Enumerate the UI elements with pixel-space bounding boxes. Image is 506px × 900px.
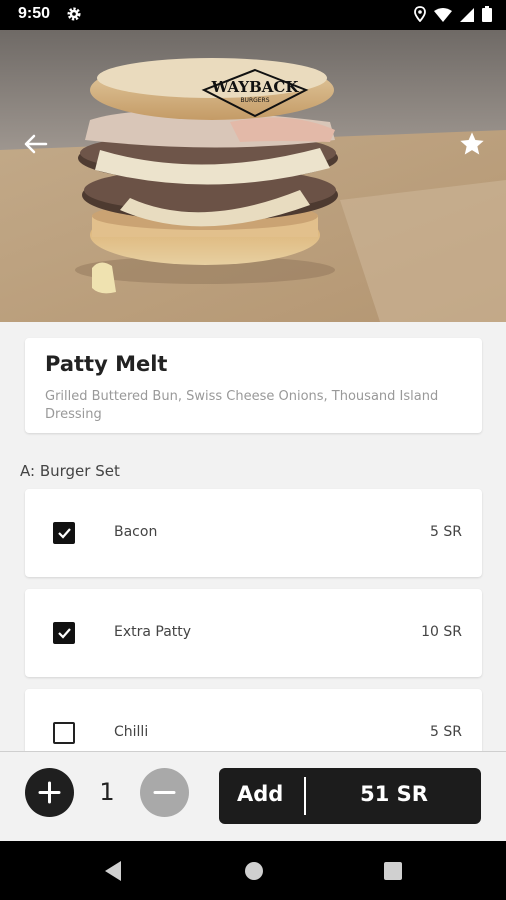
nav-recents-icon[interactable] xyxy=(383,860,403,886)
status-bar: 9:50 xyxy=(0,0,506,30)
order-total: 51 SR xyxy=(360,782,428,806)
back-button[interactable] xyxy=(22,132,50,156)
product-title: Patty Melt xyxy=(45,352,168,376)
option-name: Bacon xyxy=(114,524,158,540)
add-button-divider xyxy=(304,777,306,815)
option-checkbox[interactable] xyxy=(53,722,75,744)
option-price: 5 SR xyxy=(430,724,462,740)
minus-icon xyxy=(153,791,176,794)
favorite-button[interactable] xyxy=(458,130,486,158)
product-description: Grilled Buttered Bun, Swiss Cheese Onion… xyxy=(45,389,439,422)
option-checkbox[interactable] xyxy=(53,622,75,644)
location-icon xyxy=(414,6,426,26)
status-icons xyxy=(414,6,492,26)
decrease-quantity-button[interactable] xyxy=(140,768,189,817)
settings-gear-icon xyxy=(66,6,82,26)
checkmark-icon xyxy=(58,528,71,539)
checkmark-icon xyxy=(58,628,71,639)
option-price: 10 SR xyxy=(421,624,462,640)
logo-text: WAYBACK xyxy=(211,78,300,96)
star-icon xyxy=(458,130,486,158)
option-checkbox[interactable] xyxy=(53,522,75,544)
option-item-extra-patty[interactable]: Extra Patty 10 SR xyxy=(25,589,482,677)
order-bar: 1 Add 51 SR xyxy=(0,751,506,842)
battery-icon xyxy=(482,6,492,26)
quantity-value: 1 xyxy=(99,778,115,806)
add-to-cart-button[interactable]: Add 51 SR xyxy=(219,768,481,824)
product-hero-image: WAYBACK BURGERS xyxy=(0,30,506,322)
option-name: Chilli xyxy=(114,724,149,740)
system-navigation-bar xyxy=(0,841,506,900)
arrow-left-icon xyxy=(22,132,50,156)
logo-subtext: BURGERS xyxy=(240,97,269,104)
status-time: 9:50 xyxy=(18,5,51,22)
cell-signal-icon xyxy=(460,7,474,26)
plus-icon xyxy=(38,781,61,804)
option-group-title: A: Burger Set xyxy=(20,462,120,480)
product-info-card: Patty Melt Grilled Buttered Bun, Swiss C… xyxy=(25,338,482,433)
add-button-label: Add xyxy=(237,782,284,806)
nav-back-icon[interactable] xyxy=(103,860,123,886)
option-item-bacon[interactable]: Bacon 5 SR xyxy=(25,489,482,577)
option-name: Extra Patty xyxy=(114,624,192,640)
increase-quantity-button[interactable] xyxy=(25,768,74,817)
nav-home-icon[interactable] xyxy=(244,860,264,886)
option-price: 5 SR xyxy=(430,524,462,540)
wifi-icon xyxy=(434,7,452,26)
wayback-burgers-logo: WAYBACK BURGERS xyxy=(200,68,310,120)
